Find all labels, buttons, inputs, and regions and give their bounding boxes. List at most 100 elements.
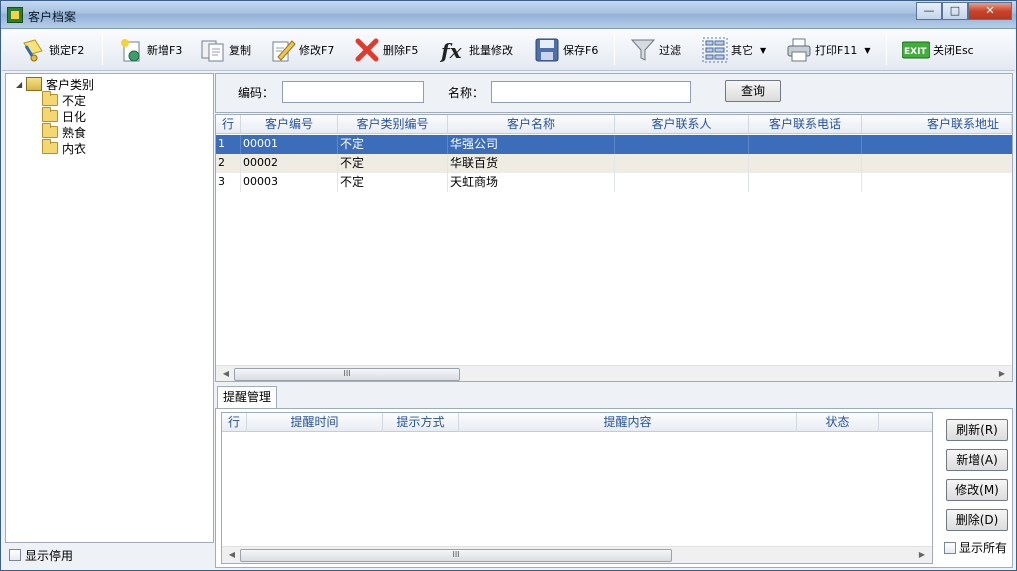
other-menu-button[interactable]: 其它 ▼ xyxy=(702,33,766,67)
reminder-panel: 行 提醒时间 提示方式 提醒内容 状态 ◀ III ▶ 刷新(R) 新增(A) … xyxy=(215,408,1013,568)
add-reminder-button[interactable]: 新增(A) xyxy=(946,449,1008,471)
tree-item-category[interactable]: 内衣 xyxy=(42,139,94,156)
chevron-down-icon: ▼ xyxy=(760,45,767,55)
tab-reminder-management[interactable]: 提醒管理 xyxy=(217,386,277,409)
chevron-down-icon: ▼ xyxy=(864,45,871,55)
lock-label: 锁定F2 xyxy=(49,44,85,57)
batch-edit-button[interactable]: fx 批量修改 xyxy=(439,33,513,67)
column-header-remind-content[interactable]: 提醒内容 xyxy=(459,413,797,432)
tree-item-label: 日化 xyxy=(62,109,87,124)
customer-code: 00001 xyxy=(241,135,338,154)
column-header-row[interactable]: 行 xyxy=(222,413,247,432)
tree-item-category[interactable]: 不定 xyxy=(42,91,94,108)
column-header-phone[interactable]: 客户联系电话 xyxy=(749,115,862,134)
minimize-button[interactable]: — xyxy=(916,2,942,20)
search-panel: 编码： 名称： 查询 xyxy=(215,73,1013,113)
customer-address xyxy=(862,135,1012,154)
column-header-name[interactable]: 客户名称 xyxy=(448,115,615,134)
tree-item-category[interactable]: 熟食 xyxy=(42,123,94,140)
table-row[interactable]: 3 00003 不定 天虹商场 xyxy=(216,173,1012,192)
save-label: 保存F6 xyxy=(563,44,599,57)
category-tree: ◢ 客户类别 不定 日化 熟食 内衣 xyxy=(16,76,94,156)
title-bar: 客户档案 — □ ✕ xyxy=(1,1,1016,29)
folder-icon xyxy=(42,139,58,154)
toolbar-separator xyxy=(614,35,615,65)
name-label: 名称： xyxy=(448,86,485,100)
scroll-right-icon[interactable]: ▶ xyxy=(914,547,930,563)
edit-button[interactable]: 修改F7 xyxy=(270,33,334,67)
column-header-contact[interactable]: 客户联系人 xyxy=(615,115,749,134)
new-document-icon xyxy=(118,37,144,63)
table-row[interactable]: 1 00001 不定 华强公司 xyxy=(216,135,1012,154)
column-header-remind-time[interactable]: 提醒时间 xyxy=(247,413,383,432)
catalog-icon xyxy=(26,77,42,91)
tree-item-category[interactable]: 日化 xyxy=(42,107,94,124)
scroll-left-icon[interactable]: ◀ xyxy=(218,366,234,381)
lock-button[interactable]: 锁定F2 xyxy=(20,33,84,67)
tree-expand-icon[interactable]: ◢ xyxy=(16,80,26,89)
scroll-thumb[interactable]: III xyxy=(234,368,460,381)
toolbar-separator xyxy=(886,35,887,65)
column-header-row[interactable]: 行 xyxy=(216,115,241,134)
close-label: 关闭Esc xyxy=(933,44,974,57)
show-disabled-option[interactable]: 显示停用 xyxy=(5,545,214,565)
scroll-left-icon[interactable]: ◀ xyxy=(224,547,240,563)
customer-code: 00003 xyxy=(241,173,338,192)
tree-root-label: 客户类别 xyxy=(46,77,95,92)
name-input[interactable] xyxy=(491,81,691,103)
copy-icon xyxy=(200,37,226,63)
column-header-remind-method[interactable]: 提示方式 xyxy=(383,413,459,432)
column-header-code[interactable]: 客户编号 xyxy=(241,115,338,134)
customer-name: 天虹商场 xyxy=(448,173,615,192)
row-number: 2 xyxy=(216,154,241,173)
delete-reminder-button[interactable]: 删除(D) xyxy=(946,509,1008,531)
copy-button[interactable]: 复制 xyxy=(200,33,251,67)
filter-label: 过滤 xyxy=(659,44,681,57)
customer-contact xyxy=(615,154,749,173)
show-disabled-label: 显示停用 xyxy=(25,548,74,563)
scroll-right-icon[interactable]: ▶ xyxy=(994,366,1010,381)
edit-pencil-icon xyxy=(270,37,296,63)
refresh-button[interactable]: 刷新(R) xyxy=(946,419,1008,441)
folder-icon xyxy=(42,91,58,106)
show-all-checkbox[interactable] xyxy=(944,541,956,554)
tree-children: 不定 日化 熟食 内衣 xyxy=(42,91,94,156)
customer-archive-window: 客户档案 — □ ✕ 锁定F2 新增F3 复制 修改F7 删除F5 fx 批量修… xyxy=(0,0,1017,571)
delete-x-icon xyxy=(354,37,380,63)
lock-icon xyxy=(20,37,46,63)
customer-phone xyxy=(749,173,862,192)
add-button[interactable]: 新增F3 xyxy=(118,33,182,67)
tree-item-label: 不定 xyxy=(62,93,87,108)
query-button[interactable]: 查询 xyxy=(725,80,781,102)
scroll-thumb[interactable]: III xyxy=(240,549,672,562)
close-window-button[interactable]: ✕ xyxy=(968,2,1012,20)
delete-label: 删除F5 xyxy=(383,44,419,57)
row-number: 3 xyxy=(216,173,241,192)
folder-icon xyxy=(42,107,58,122)
customer-name: 华强公司 xyxy=(448,135,615,154)
tree-root-node[interactable]: ◢ 客户类别 xyxy=(16,76,94,92)
code-input[interactable] xyxy=(282,81,424,103)
table-row[interactable]: 2 00002 不定 华联百货 xyxy=(216,154,1012,173)
tree-item-label: 熟食 xyxy=(62,125,87,140)
reminder-horizontal-scrollbar[interactable]: ◀ III ▶ xyxy=(222,546,932,563)
print-menu-button[interactable]: 打印F11 ▼ xyxy=(786,33,870,67)
show-all-option[interactable]: 显示所有 xyxy=(944,539,1007,556)
save-button[interactable]: 保存F6 xyxy=(534,33,598,67)
app-icon xyxy=(7,7,23,23)
maximize-button[interactable]: □ xyxy=(942,2,968,20)
filter-button[interactable]: 过滤 xyxy=(630,33,681,67)
show-disabled-checkbox[interactable] xyxy=(9,549,21,561)
category-tree-panel: ◢ 客户类别 不定 日化 熟食 内衣 xyxy=(5,73,214,543)
column-header-category[interactable]: 客户类别编号 xyxy=(338,115,448,134)
grid-horizontal-scrollbar[interactable]: ◀ III ▶ xyxy=(216,365,1012,381)
close-button[interactable]: EXIT 关闭Esc xyxy=(901,33,974,67)
edit-reminder-button[interactable]: 修改(M) xyxy=(946,479,1008,501)
customer-contact xyxy=(615,173,749,192)
save-disk-icon xyxy=(534,37,560,63)
column-header-address[interactable]: 客户联系地址 xyxy=(862,115,1012,134)
column-header-status[interactable]: 状态 xyxy=(797,413,879,432)
delete-button[interactable]: 删除F5 xyxy=(354,33,418,67)
customer-code: 00002 xyxy=(241,154,338,173)
customer-grid: 行 客户编号 客户类别编号 客户名称 客户联系人 客户联系电话 客户联系地址 1… xyxy=(215,114,1013,382)
